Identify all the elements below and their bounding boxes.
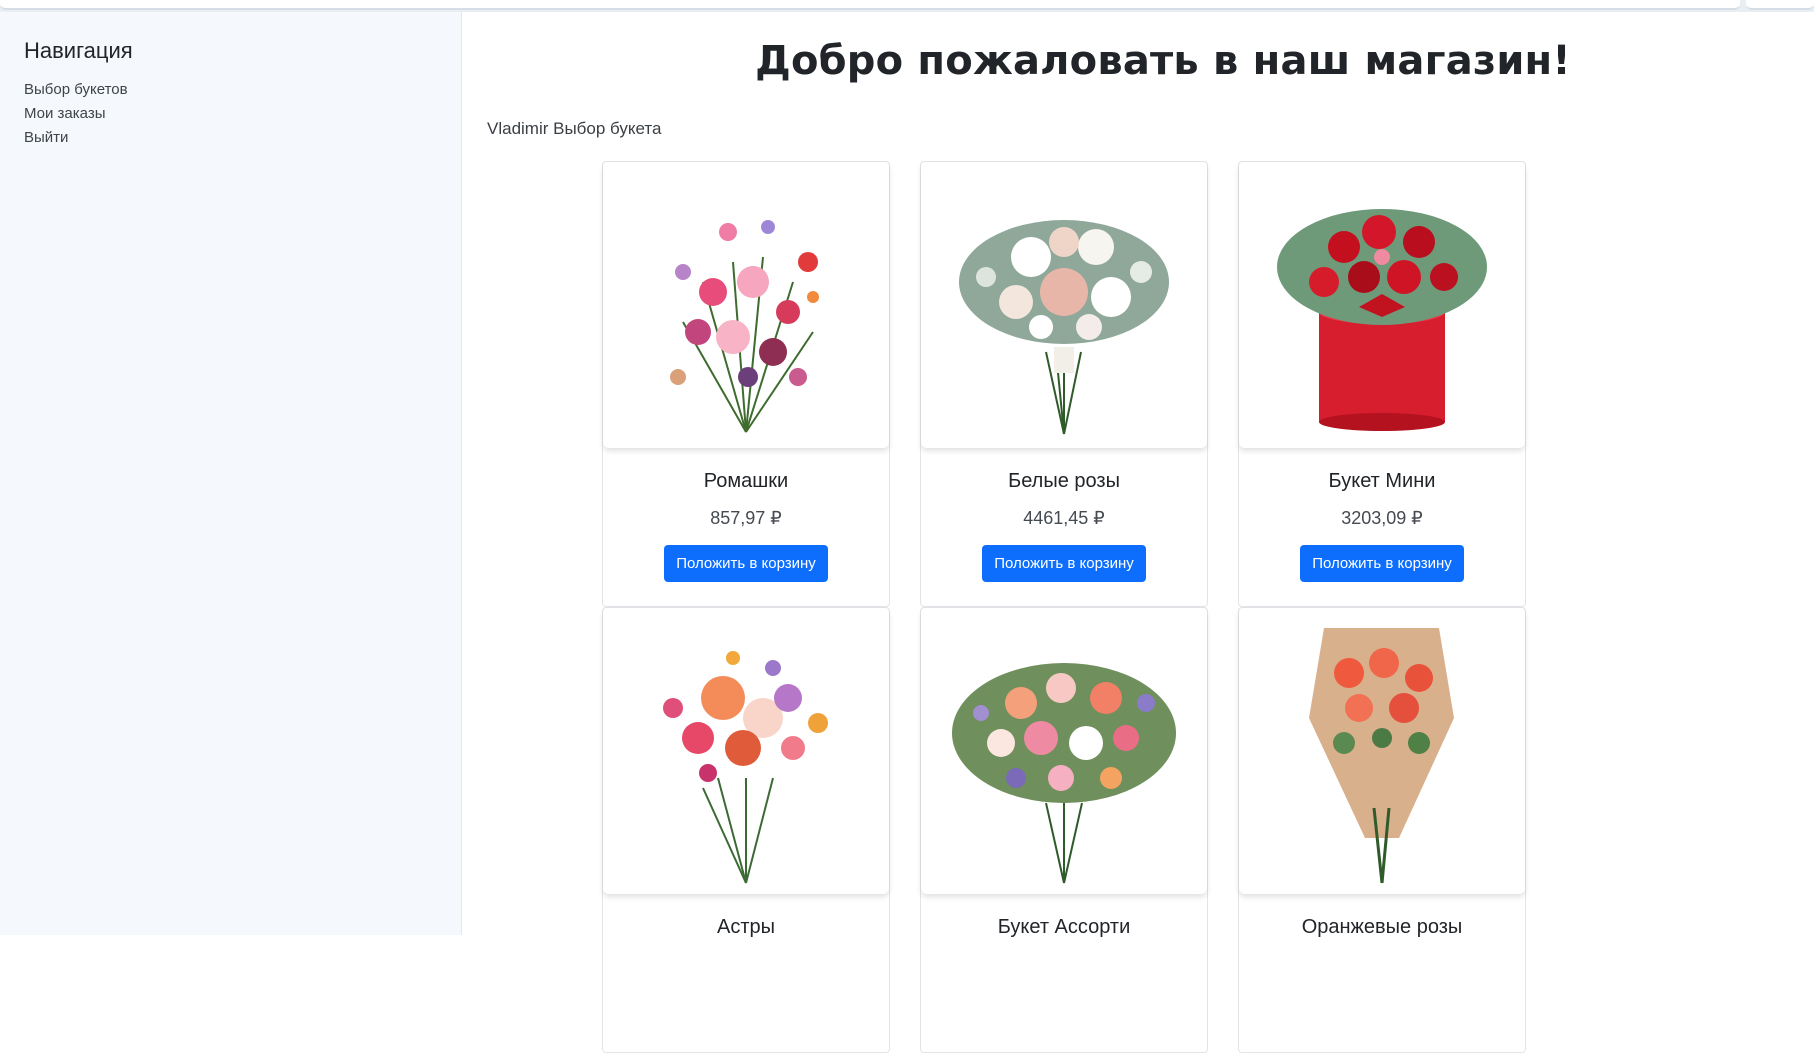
product-card: Астры	[602, 607, 890, 1053]
asters-bouquet-image[interactable]	[603, 608, 889, 894]
sidebar-nav: Выбор букетов Мои заказы Выйти	[24, 78, 437, 150]
sidebar-title: Навигация	[24, 38, 133, 63]
assorted-bouquet-image[interactable]	[921, 608, 1207, 894]
product-name: Белые розы	[1008, 470, 1120, 492]
top-strip-segment	[0, 0, 1740, 10]
add-to-cart-button[interactable]: Положить в корзину	[982, 545, 1146, 582]
product-card: Букет Мини 3203,09 ₽ Положить в корзину	[1238, 161, 1526, 607]
product-name: Букет Мини	[1328, 470, 1436, 492]
product-price: 4461,45 ₽	[1023, 508, 1105, 528]
product-card: Белые розы 4461,45 ₽ Положить в корзину	[920, 161, 1208, 607]
add-to-cart-button[interactable]: Положить в корзину	[664, 545, 828, 582]
product-name: Оранжевые розы	[1301, 916, 1463, 938]
sidebar-item-logout[interactable]: Выйти	[24, 126, 437, 150]
page-title: Добро пожаловать в наш магазин!	[755, 38, 1571, 84]
product-card: Оранжевые розы	[1238, 607, 1526, 1053]
product-price: 3203,09 ₽	[1341, 508, 1423, 528]
product-name: Букет Ассорти	[997, 916, 1131, 938]
sidebar-item-orders[interactable]: Мои заказы	[24, 102, 437, 126]
product-card: Букет Ассорти	[920, 607, 1208, 1053]
add-to-cart-button[interactable]: Положить в корзину	[1300, 545, 1464, 582]
sidebar: Навигация Выбор букетов Мои заказы Выйти	[0, 12, 462, 935]
wildflower-bouquet-image[interactable]	[603, 162, 889, 448]
red-roses-box-image[interactable]	[1239, 162, 1525, 448]
sidebar-item-bouquets[interactable]: Выбор букетов	[24, 78, 437, 102]
top-strip-segment	[1746, 0, 1814, 10]
top-strip	[0, 0, 1814, 12]
product-grid: Ромашки 857,97 ₽ Положить в корзину Белы…	[602, 161, 1532, 1053]
white-roses-bouquet-image[interactable]	[921, 162, 1207, 448]
main-content: Добро пожаловать в наш магазин! Vladimir…	[463, 12, 1814, 1053]
orange-roses-bouquet-image[interactable]	[1239, 608, 1525, 894]
page-subtitle: Vladimir Выбор букета	[487, 119, 662, 138]
product-price: 857,97 ₽	[710, 508, 782, 528]
product-name: Ромашки	[703, 470, 789, 492]
product-name: Астры	[717, 916, 775, 938]
product-card: Ромашки 857,97 ₽ Положить в корзину	[602, 161, 890, 607]
